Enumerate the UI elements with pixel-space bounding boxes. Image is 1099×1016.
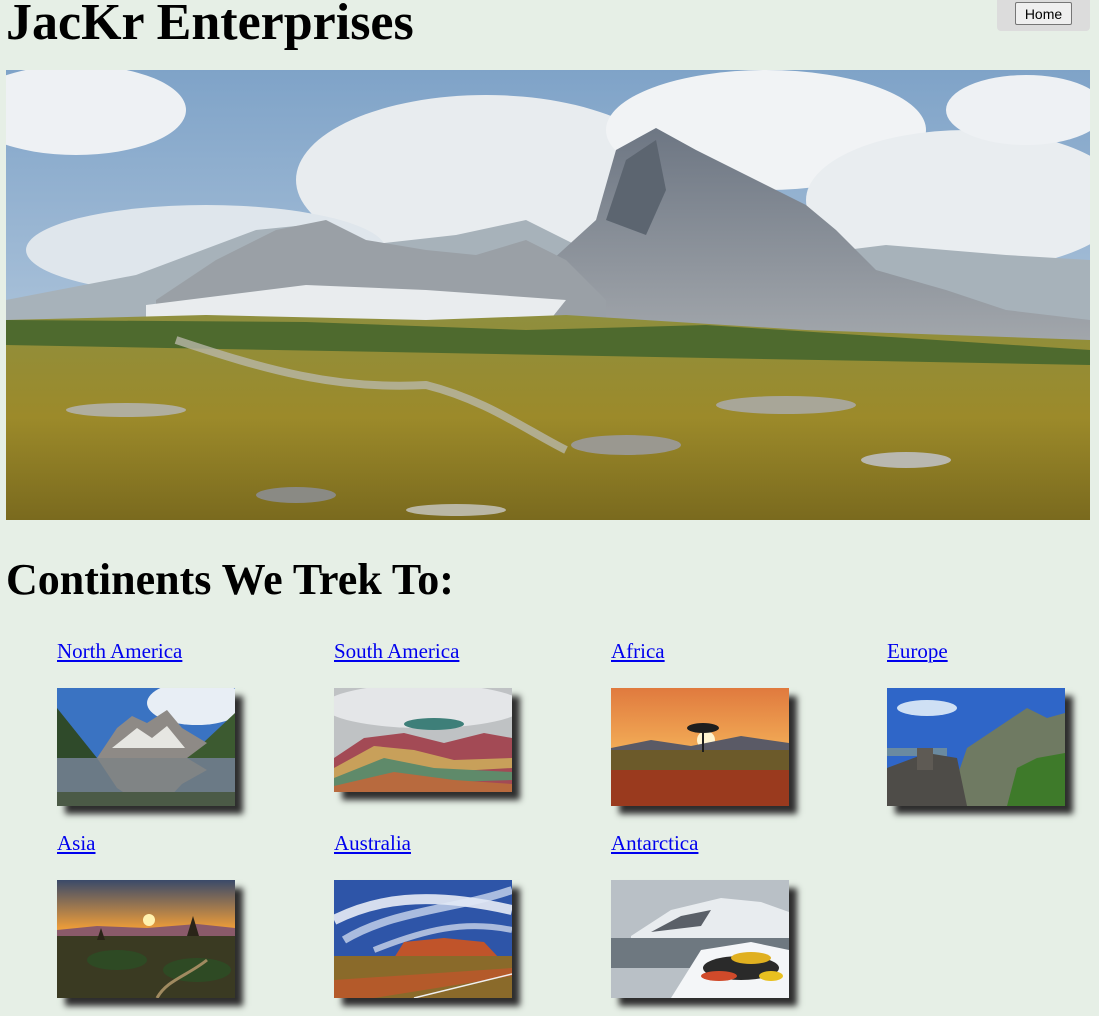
antarctic-expedition-image[interactable] <box>611 880 789 998</box>
europe-link[interactable]: Europe <box>887 638 948 664</box>
uluru-image[interactable] <box>334 880 512 998</box>
australia-link[interactable]: Australia <box>334 830 411 856</box>
continents-heading: Continents We Trek To: <box>6 555 454 604</box>
savanna-sunset-image[interactable] <box>611 688 789 806</box>
continent-card-australia: Australia <box>334 830 564 1010</box>
hero-image <box>6 70 1090 520</box>
asia-link[interactable]: Asia <box>57 830 96 856</box>
south-america-link[interactable]: South America <box>334 638 459 664</box>
continent-card-south-america: South America <box>334 638 564 818</box>
nav-bar: Home <box>997 0 1090 31</box>
mountain-lake-image[interactable] <box>57 688 235 806</box>
continent-card-europe: Europe <box>887 638 1099 818</box>
continent-card-africa: Africa <box>611 638 841 818</box>
africa-link[interactable]: Africa <box>611 638 665 664</box>
continent-card-antarctica: Antarctica <box>611 830 841 1010</box>
antarctica-link[interactable]: Antarctica <box>611 830 698 856</box>
continent-card-asia: Asia <box>57 830 287 1010</box>
rainbow-mountain-image[interactable] <box>334 688 512 792</box>
home-button[interactable]: Home <box>1015 2 1072 25</box>
north-america-link[interactable]: North America <box>57 638 182 664</box>
continent-card-north-america: North America <box>57 638 287 818</box>
page: JacKr Enterprises Home Continents We Tre… <box>0 0 1099 1016</box>
site-title: JacKr Enterprises <box>6 0 414 51</box>
temple-sunset-image[interactable] <box>57 880 235 998</box>
alpine-ruins-image[interactable] <box>887 688 1065 806</box>
